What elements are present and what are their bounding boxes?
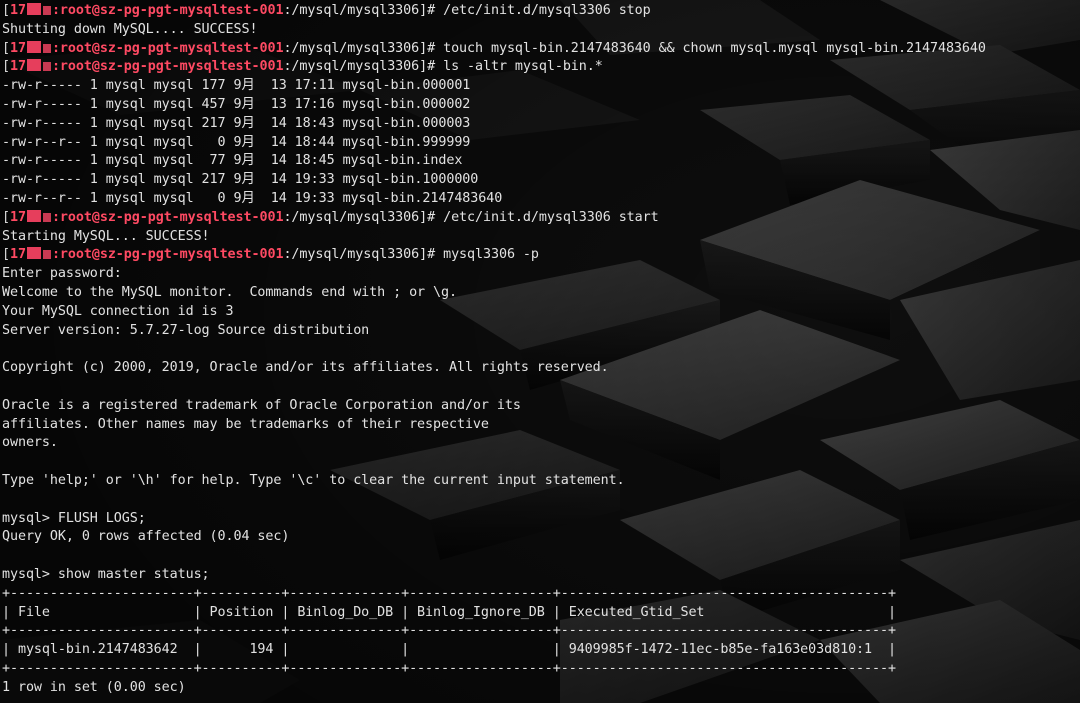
output-line: Welcome to the MySQL monitor. Commands e… bbox=[2, 284, 457, 300]
terminal-output[interactable]: [17:root@sz-pg-pgt-mysqltest-001:/mysql/… bbox=[0, 0, 1080, 703]
redacted-block bbox=[26, 3, 41, 15]
prompt-ip: 17 bbox=[9, 59, 26, 75]
output-line: -rw-r--r-- 1 mysql mysql 0 9月 14 18:44 m… bbox=[2, 134, 471, 150]
redacted-block bbox=[42, 250, 51, 260]
output-line: Your MySQL connection id is 3 bbox=[2, 303, 234, 319]
output-line: mysql> FLUSH LOGS; bbox=[2, 510, 146, 526]
output-line: owners. bbox=[2, 435, 58, 451]
command-text: /etc/init.d/mysql3306 stop bbox=[443, 3, 651, 18]
output-line: +-----------------------+----------+----… bbox=[2, 623, 896, 639]
prompt-line: [17 :root@sz-pg-pgt-mysqltest-001:/mysql/… bbox=[2, 209, 1080, 228]
prompt-host: :root@sz-pg-pgt-mysqltest-001 bbox=[51, 3, 284, 18]
redacted-block bbox=[42, 6, 51, 15]
redacted-block bbox=[42, 43, 51, 53]
output-line: Copyright (c) 2000, 2019, Oracle and/or … bbox=[2, 360, 609, 376]
command-text: touch mysql-bin.2147483640 && chown mysq… bbox=[443, 40, 986, 56]
prompt-path: :/mysql/mysql3306] bbox=[283, 247, 428, 263]
prompt-line: [17 :root@sz-pg-pgt-mysqltest-001:/mysql/… bbox=[2, 2, 1080, 21]
output-line: -rw-r----- 1 mysql mysql 177 9月 13 17:11… bbox=[2, 78, 471, 94]
prompt-line: [17 :root@sz-pg-pgt-mysqltest-001:/mysql/… bbox=[2, 246, 1080, 265]
prompt-symbol: # bbox=[427, 247, 444, 263]
prompt-open-bracket: [ bbox=[2, 247, 10, 263]
output-line: Server version: 5.7.27-log Source distri… bbox=[2, 322, 370, 338]
output-line: -rw-r----- 1 mysql mysql 217 9月 14 19:33… bbox=[2, 172, 479, 188]
prompt-symbol: # bbox=[427, 3, 444, 18]
output-line: affiliates. Other names may be trademark… bbox=[2, 416, 489, 432]
prompt-open-bracket: [ bbox=[2, 3, 10, 18]
redacted-block bbox=[26, 209, 41, 222]
prompt-open-bracket: [ bbox=[2, 59, 10, 75]
output-line: Type 'help;' or '\h' for help. Type '\c'… bbox=[2, 472, 625, 488]
command-text: mysql3306 -p bbox=[443, 247, 539, 263]
prompt-path: :/mysql/mysql3306] bbox=[283, 59, 428, 75]
prompt-open-bracket: [ bbox=[2, 209, 10, 225]
output-line: 1 row in set (0.00 sec) bbox=[2, 679, 186, 695]
prompt-host: :root@sz-pg-pgt-mysqltest-001 bbox=[51, 40, 284, 56]
redacted-block bbox=[42, 62, 51, 72]
output-line: Enter password: bbox=[2, 266, 122, 282]
command-text: /etc/init.d/mysql3306 start bbox=[443, 209, 659, 225]
output-line: -rw-r----- 1 mysql mysql 457 9月 13 17:16… bbox=[2, 96, 471, 112]
output-line: -rw-r----- 1 mysql mysql 77 9月 14 18:45 … bbox=[2, 153, 463, 169]
prompt-symbol: # bbox=[427, 209, 444, 225]
prompt-line: [17 :root@sz-pg-pgt-mysqltest-001:/mysql/… bbox=[2, 58, 1080, 77]
prompt-ip: 17 bbox=[9, 247, 26, 263]
prompt-path: :/mysql/mysql3306] bbox=[283, 3, 428, 18]
output-line: -rw-r--r-- 1 mysql mysql 0 9月 14 19:33 m… bbox=[2, 190, 503, 206]
redacted-block bbox=[42, 212, 51, 222]
redacted-block bbox=[26, 247, 41, 260]
prompt-ip: 17 bbox=[9, 40, 26, 56]
command-text: ls -altr mysql-bin.* bbox=[443, 59, 603, 75]
prompt-ip: 17 bbox=[9, 3, 26, 18]
output-line: +-----------------------+----------+----… bbox=[2, 585, 896, 601]
output-line: mysql> show master status; bbox=[2, 566, 210, 582]
prompt-ip: 17 bbox=[9, 209, 26, 225]
prompt-host: :root@sz-pg-pgt-mysqltest-001 bbox=[51, 59, 284, 75]
redacted-block bbox=[26, 40, 41, 53]
output-line: | File | Position | Binlog_Do_DB | Binlo… bbox=[2, 604, 896, 620]
prompt-open-bracket: [ bbox=[2, 40, 10, 56]
output-line: | mysql-bin.2147483642 | 194 | | | 94099… bbox=[2, 642, 896, 658]
prompt-path: :/mysql/mysql3306] bbox=[283, 209, 428, 225]
prompt-host: :root@sz-pg-pgt-mysqltest-001 bbox=[51, 209, 284, 225]
prompt-symbol: # bbox=[427, 40, 444, 56]
output-line: +-----------------------+----------+----… bbox=[2, 660, 896, 676]
prompt-host: :root@sz-pg-pgt-mysqltest-001 bbox=[51, 247, 284, 263]
output-line: Shutting down MySQL.... SUCCESS! bbox=[2, 21, 258, 37]
output-line: Query OK, 0 rows affected (0.04 sec) bbox=[2, 529, 290, 545]
redacted-block bbox=[26, 59, 41, 72]
output-line: Oracle is a registered trademark of Orac… bbox=[2, 397, 521, 413]
prompt-symbol: # bbox=[427, 59, 444, 75]
prompt-line: [17 :root@sz-pg-pgt-mysqltest-001:/mysql/… bbox=[2, 40, 1080, 59]
prompt-path: :/mysql/mysql3306] bbox=[283, 40, 428, 56]
output-line: Starting MySQL... SUCCESS! bbox=[2, 228, 210, 244]
output-line: -rw-r----- 1 mysql mysql 217 9月 14 18:43… bbox=[2, 115, 471, 131]
